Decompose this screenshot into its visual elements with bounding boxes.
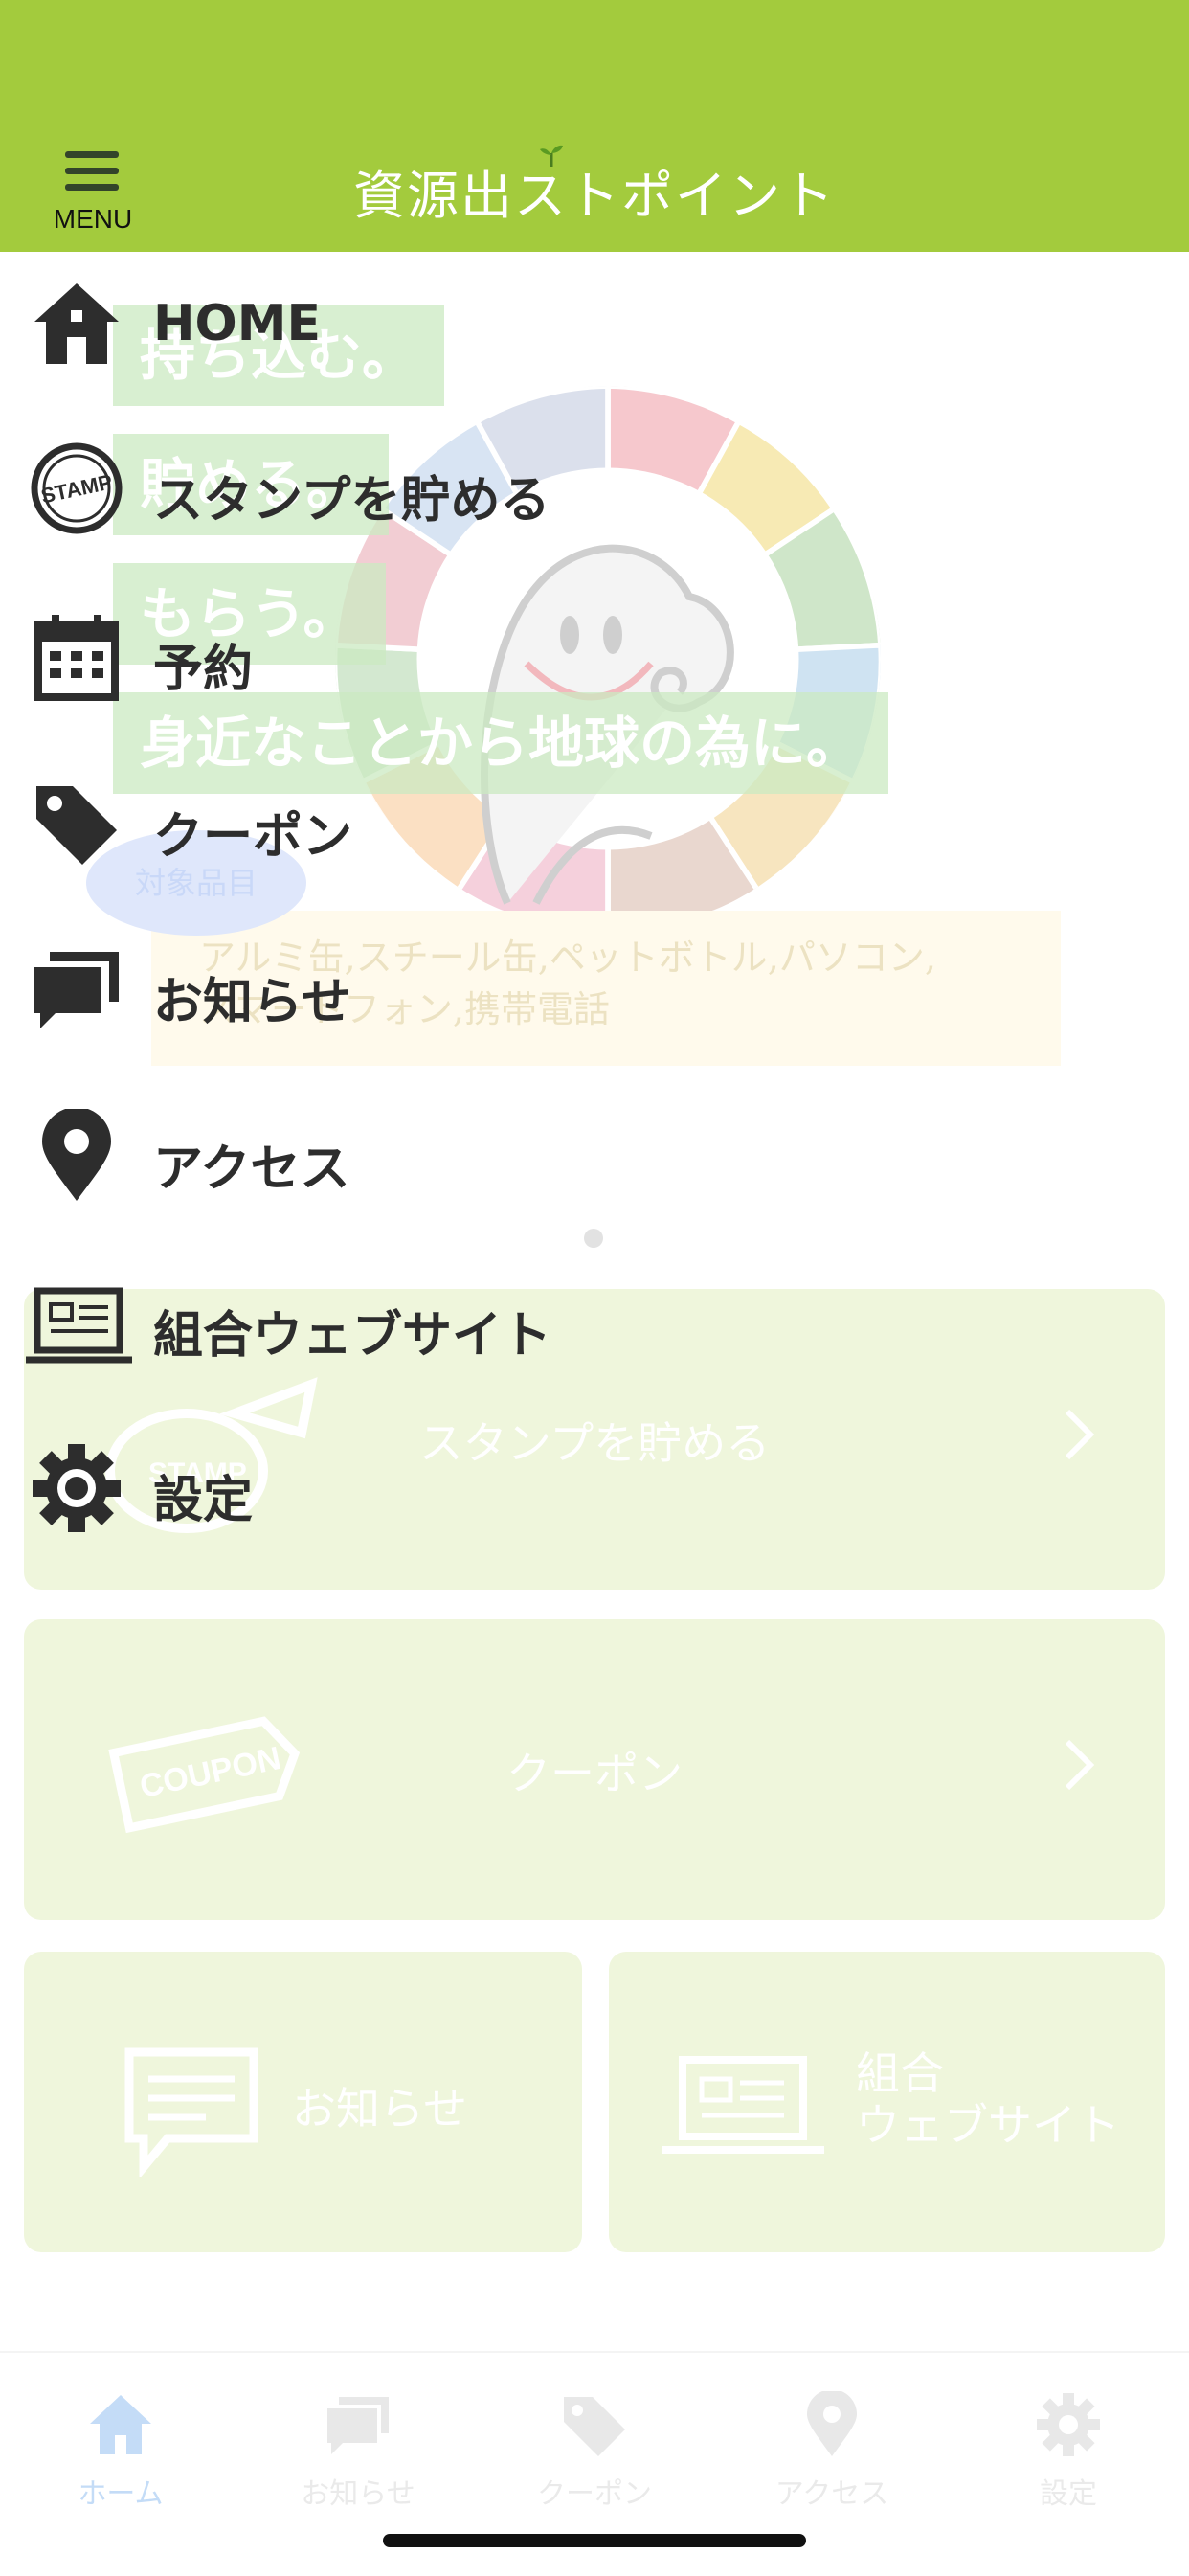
menu-item-access-label: アクセス (153, 1141, 350, 1198)
menu-item-home[interactable]: HOME (0, 252, 670, 395)
chevron-right-icon (1065, 1739, 1095, 1791)
tab-home-label: ホーム (78, 2477, 164, 2511)
menu-item-access[interactable]: アクセス (0, 1085, 670, 1229)
website-card-label-line1: 組合 (856, 2047, 944, 2099)
menu-item-website-label: 組合ウェブサイト (153, 1307, 552, 1365)
menu-item-home-label: HOME (153, 295, 321, 352)
home-indicator[interactable] (383, 2534, 806, 2547)
menu-item-reservation-label: 予約 (153, 641, 254, 698)
website-card-label-line2: ウェブサイト (856, 2099, 1120, 2151)
tab-home[interactable]: ホーム (2, 2382, 239, 2516)
website-card[interactable]: 組合 ウェブサイト (609, 1952, 1165, 2252)
menu-item-settings-label: 設定 (153, 1472, 254, 1529)
tab-access[interactable]: アクセス (713, 2382, 951, 2516)
tab-settings-label: 設定 (1040, 2477, 1097, 2511)
app-title: 資源出ストポイント (353, 166, 836, 226)
menu-item-news-label: お知らせ (153, 974, 351, 1031)
home-icon (34, 283, 119, 364)
tab-settings[interactable]: 設定 (950, 2382, 1187, 2516)
tab-news[interactable]: お知らせ (239, 2382, 477, 2516)
menu-item-coupon[interactable]: クーポン (0, 753, 670, 896)
news-card[interactable]: お知らせ (24, 1952, 582, 2252)
tab-access-label: アクセス (774, 2477, 889, 2511)
tab-coupon-label: クーポン (537, 2477, 652, 2511)
drawer-menu: HOME STAMP スタンプを貯める 予約 クーポン お知らせ アクセス 組合… (0, 252, 1189, 1612)
news-icon (124, 2047, 258, 2177)
tag-icon (564, 2397, 625, 2456)
calendar-icon (34, 615, 119, 701)
chat-icon (327, 2397, 389, 2454)
coupon-card[interactable]: COUPON クーポン (24, 1619, 1165, 1920)
map-pin-icon (807, 2391, 857, 2456)
chat-icon (34, 952, 119, 1028)
tab-news-label: お知らせ (301, 2477, 415, 2511)
menu-item-reservation[interactable]: 予約 (0, 585, 670, 729)
website-card-label: 組合 ウェブサイト (856, 2047, 1120, 2151)
stamp-icon-text: STAMP (39, 469, 115, 508)
tag-icon (36, 786, 117, 865)
stamp-icon: STAMP (31, 442, 123, 534)
home-icon (90, 2395, 151, 2454)
menu-item-stamp[interactable]: STAMP スタンプを貯める (0, 417, 670, 560)
menu-item-stamp-label: スタンプを貯める (153, 472, 550, 530)
menu-item-news[interactable]: お知らせ (0, 918, 670, 1062)
menu-item-settings[interactable]: 設定 (0, 1416, 670, 1560)
coupon-card-label: クーポン (506, 1748, 683, 1799)
laptop-icon (662, 2056, 824, 2154)
gear-icon (1037, 2393, 1100, 2456)
gear-icon (33, 1444, 121, 1532)
app-header: MENU 資源出ストポイント (0, 0, 1189, 252)
news-card-label: お知らせ (292, 2083, 468, 2135)
tab-coupon[interactable]: クーポン (476, 2382, 713, 2516)
map-pin-icon (42, 1109, 111, 1201)
menu-item-coupon-label: クーポン (153, 808, 353, 866)
laptop-icon (26, 1287, 132, 1364)
menu-item-website[interactable]: 組合ウェブサイト (0, 1252, 670, 1395)
